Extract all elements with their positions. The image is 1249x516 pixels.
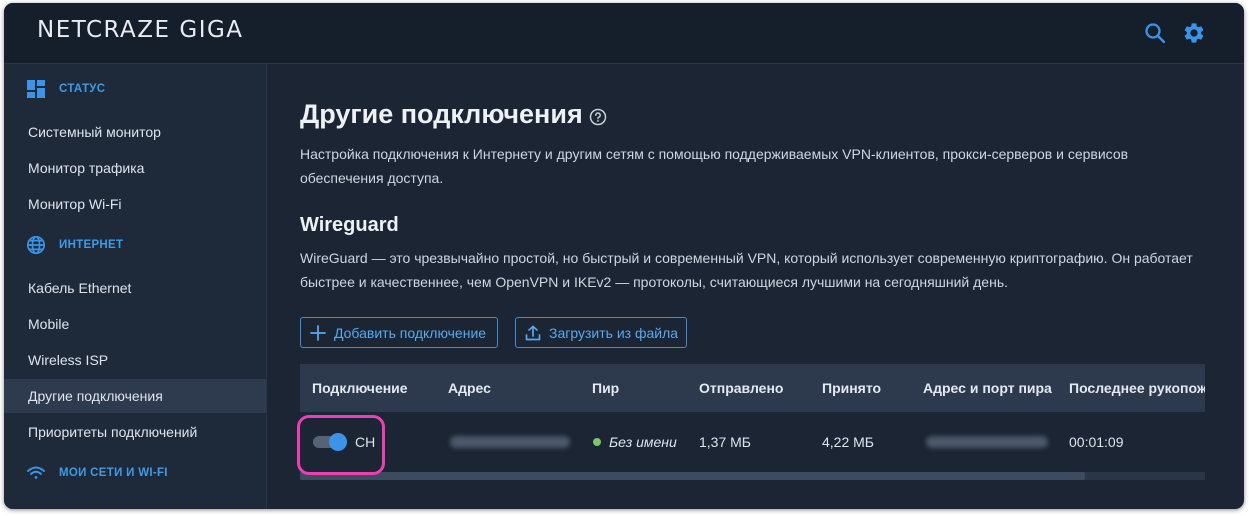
sidebar-section-label: СТАТУС [59, 83, 106, 95]
sidebar-item-label: Mobile [28, 316, 70, 332]
sidebar-item-label: Монитор трафика [28, 160, 145, 176]
help-icon[interactable] [589, 108, 607, 126]
sidebar-section-status[interactable]: СТАТУС [26, 77, 105, 101]
page-title: Другие подключения [300, 99, 583, 129]
wireguard-description: WireGuard — это чрезвычайно простой, но … [300, 250, 1193, 290]
sidebar-item-label: Wireless ISP [28, 352, 109, 368]
sidebar: СТАТУС Системный монитор Монитор трафика… [4, 64, 267, 509]
sidebar-section-my-networks[interactable]: МОИ СЕТИ И WI-FI [26, 461, 168, 485]
connection-name[interactable]: CH [355, 412, 375, 472]
sidebar-item-wifi-monitor[interactable]: Монитор Wi-Fi [4, 187, 266, 221]
sent-bytes: 1,37 МБ [699, 434, 751, 450]
received-bytes: 4,22 МБ [822, 434, 874, 450]
peer-status-dot [593, 438, 601, 446]
address-redacted [450, 436, 570, 448]
horizontal-scrollbar-thumb[interactable] [300, 472, 1085, 480]
sidebar-item-connection-priorities[interactable]: Приоритеты подключений [4, 415, 266, 449]
upload-from-file-button[interactable]: Загрузить из файла [515, 317, 687, 348]
globe-icon [26, 235, 46, 255]
peer-name: Без имени [609, 434, 677, 450]
connections-table: Подключение Адрес Пир Отправлено Принято… [300, 364, 1205, 480]
column-header[interactable]: Принято [822, 364, 881, 412]
upload-icon [516, 324, 549, 342]
sidebar-item-mobile[interactable]: Mobile [4, 307, 266, 341]
column-header[interactable]: Пир [592, 364, 619, 412]
sidebar-item-label: Монитор Wi-Fi [28, 196, 122, 212]
column-header[interactable]: Адрес и порт пира [923, 364, 1052, 412]
router-admin-window: NETCRAZE GIGA СТАТУС Системный монитор М… [4, 3, 1244, 509]
gear-icon[interactable] [1182, 21, 1206, 45]
sidebar-item-traffic-monitor[interactable]: Монитор трафика [4, 151, 266, 185]
sidebar-item-label: Системный монитор [28, 124, 161, 140]
column-header[interactable]: Последнее рукопожатие [1069, 364, 1205, 412]
add-connection-label: Добавить подключение [334, 324, 487, 341]
sidebar-item-system-monitor[interactable]: Системный монитор [4, 115, 266, 149]
last-handshake: 00:01:09 [1069, 434, 1124, 450]
app-logo: NETCRAZE GIGA [37, 17, 244, 43]
wifi-icon [26, 463, 46, 483]
column-header[interactable]: Отправлено [699, 364, 783, 412]
top-bar: NETCRAZE GIGA [4, 3, 1244, 64]
add-connection-button[interactable]: Добавить подключение [300, 317, 498, 348]
sidebar-section-internet[interactable]: ИНТЕРНЕТ [26, 233, 123, 257]
peer-address-port-redacted [926, 436, 1048, 448]
toggle-knob [329, 433, 347, 451]
sidebar-item-label: Кабель Ethernet [28, 280, 132, 296]
sidebar-item-wireless-isp[interactable]: Wireless ISP [4, 343, 266, 377]
sidebar-item-label: Другие подключения [28, 388, 163, 404]
column-header[interactable]: Адрес [448, 364, 491, 412]
table-row[interactable]: CH Без имени 1,37 МБ 4,22 МБ 00:01:09 [300, 412, 1205, 472]
connection-enable-toggle[interactable] [313, 433, 347, 451]
sidebar-section-label: ИНТЕРНЕТ [59, 239, 124, 251]
section-title-wireguard: Wireguard [300, 214, 399, 236]
plus-icon [301, 324, 334, 342]
table-header: Подключение Адрес Пир Отправлено Принято… [300, 364, 1205, 412]
upload-from-file-label: Загрузить из файла [549, 324, 679, 341]
page-description: Настройка подключения к Интернету и друг… [300, 146, 1129, 186]
dashboard-grid-icon [26, 79, 46, 99]
search-icon[interactable] [1143, 21, 1167, 45]
sidebar-section-label: МОИ СЕТИ И WI-FI [59, 467, 168, 479]
sidebar-item-ethernet-cable[interactable]: Кабель Ethernet [4, 271, 266, 305]
sidebar-item-other-connections[interactable]: Другие подключения [4, 379, 266, 413]
main-content: Другие подключения Настройка подключения… [267, 64, 1244, 509]
sidebar-item-label: Приоритеты подключений [28, 424, 198, 440]
column-header[interactable]: Подключение [312, 364, 408, 412]
